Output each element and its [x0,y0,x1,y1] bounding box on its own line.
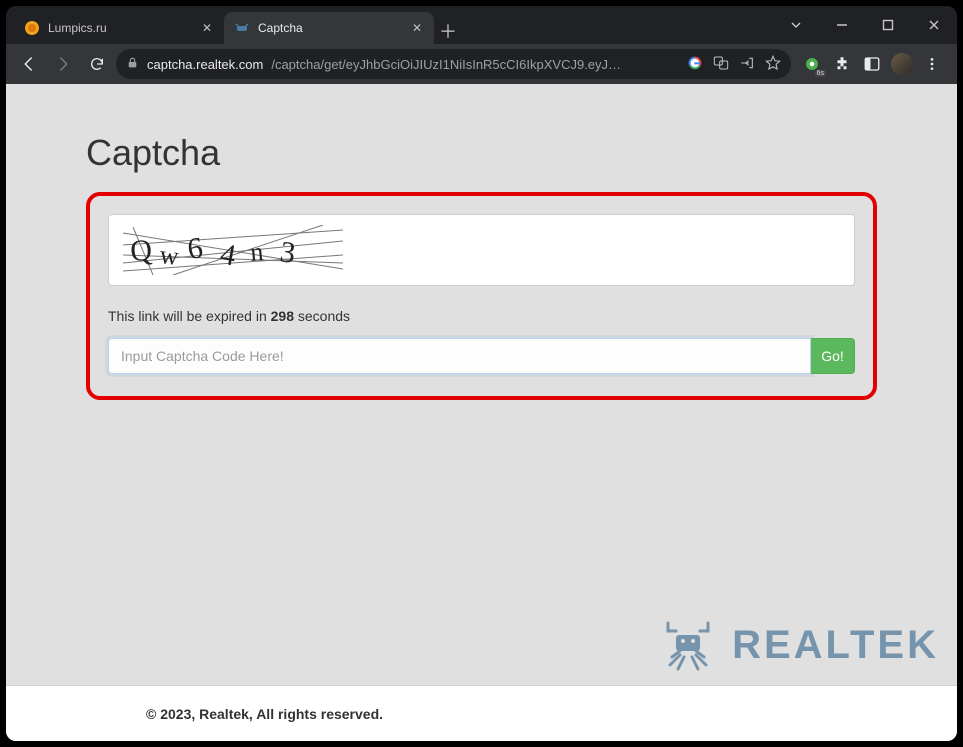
page-content: Captcha Q w [86,132,877,400]
lock-icon [126,56,139,72]
svg-text:w: w [158,240,180,271]
page-viewport: Captcha Q w [6,84,957,741]
tab-captcha[interactable]: Captcha ✕ [224,12,434,44]
forward-button[interactable] [48,49,78,79]
crab-icon [234,20,250,36]
url-host: captcha.realtek.com [147,57,263,72]
captcha-input-row: Go! [108,338,855,374]
expire-text: This link will be expired in 298 seconds [108,308,855,324]
maximize-button[interactable] [865,6,911,44]
bookmark-icon[interactable] [765,55,781,74]
tab-strip: Lumpics.ru ✕ Captcha ✕ ＋ [6,6,773,44]
expire-prefix: This link will be expired in [108,308,271,324]
go-button[interactable]: Go! [811,338,855,374]
crab-logo-icon [658,617,718,673]
side-panel-icon[interactable] [861,53,883,75]
orange-circle-icon [24,20,40,36]
close-icon[interactable]: ✕ [200,21,214,35]
svg-text:n: n [249,237,264,267]
browser-window: Lumpics.ru ✕ Captcha ✕ ＋ captcha.r [6,6,957,741]
extensions-icon[interactable] [831,53,853,75]
extension-shield-icon[interactable]: 6s [801,53,823,75]
footer-text: © 2023, Realtek, All rights reserved. [146,706,383,722]
svg-text:Q: Q [129,234,153,268]
page-title: Captcha [86,132,877,174]
url-path: /captcha/get/eyJhbGciOiJIUzI1NiIsInR5cCI… [271,57,679,72]
google-icon[interactable] [687,55,703,74]
brand-text: REALTEK [732,623,939,668]
close-window-button[interactable] [911,6,957,44]
expire-seconds: 298 [271,308,294,324]
captcha-card: Q w 6 4 n 3 This link will be expired in… [86,192,877,400]
omnibox-actions [687,55,781,74]
tab-label: Lumpics.ru [48,21,192,35]
svg-text:6: 6 [185,231,204,266]
new-tab-button[interactable]: ＋ [434,18,462,44]
svg-text:4: 4 [218,237,239,272]
back-button[interactable] [14,49,44,79]
extensions-area: 6s [795,53,949,75]
reload-button[interactable] [82,49,112,79]
menu-icon[interactable] [921,53,943,75]
captcha-input[interactable] [108,338,811,374]
window-controls [773,6,957,44]
address-bar[interactable]: captcha.realtek.com/captcha/get/eyJhbGci… [116,49,791,79]
expire-suffix: seconds [294,308,350,324]
minimize-button[interactable] [819,6,865,44]
realtek-watermark: REALTEK [658,617,939,673]
browser-toolbar: captcha.realtek.com/captcha/get/eyJhbGci… [6,44,957,84]
translate-icon[interactable] [713,55,729,74]
close-icon[interactable]: ✕ [410,21,424,35]
captcha-svg: Q w 6 4 n 3 [123,225,343,275]
profile-avatar[interactable] [891,53,913,75]
footer: © 2023, Realtek, All rights reserved. [6,685,957,741]
tab-label: Captcha [258,21,402,35]
svg-text:3: 3 [278,235,297,270]
tab-lumpics[interactable]: Lumpics.ru ✕ [14,12,224,44]
titlebar: Lumpics.ru ✕ Captcha ✕ ＋ [6,6,957,44]
chevron-down-icon[interactable] [773,6,819,44]
share-icon[interactable] [739,55,755,74]
captcha-image: Q w 6 4 n 3 [108,214,855,286]
